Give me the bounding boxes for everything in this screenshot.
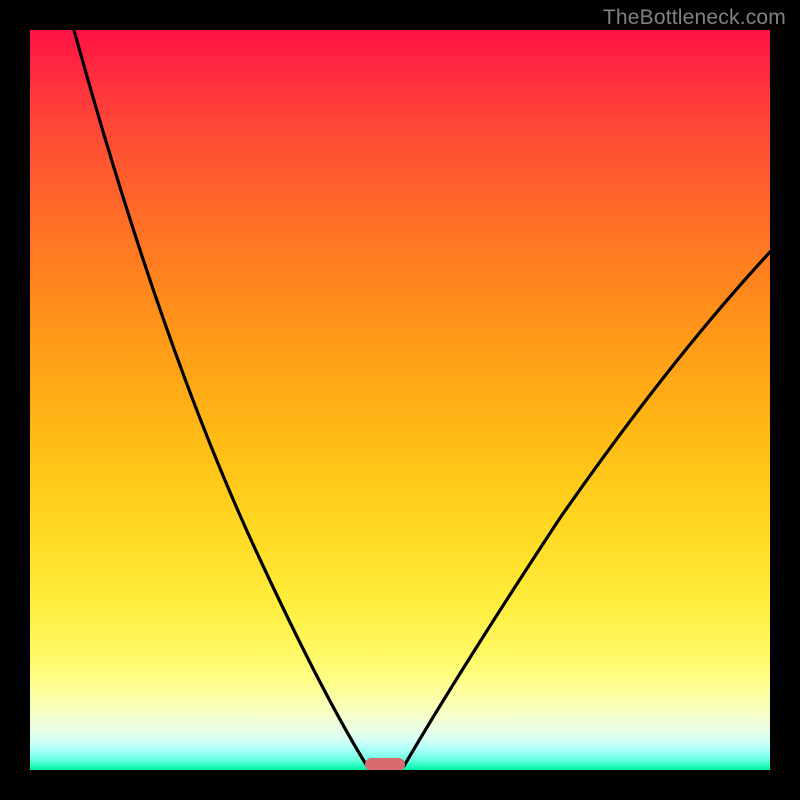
chart-frame: TheBottleneck.com: [0, 0, 800, 800]
plot-area: [30, 30, 770, 770]
curve-right-branch: [404, 252, 770, 766]
watermark-text: TheBottleneck.com: [603, 6, 786, 30]
bottleneck-marker: [365, 758, 405, 770]
curve-left-branch: [74, 30, 367, 766]
bottleneck-curves: [30, 30, 770, 770]
